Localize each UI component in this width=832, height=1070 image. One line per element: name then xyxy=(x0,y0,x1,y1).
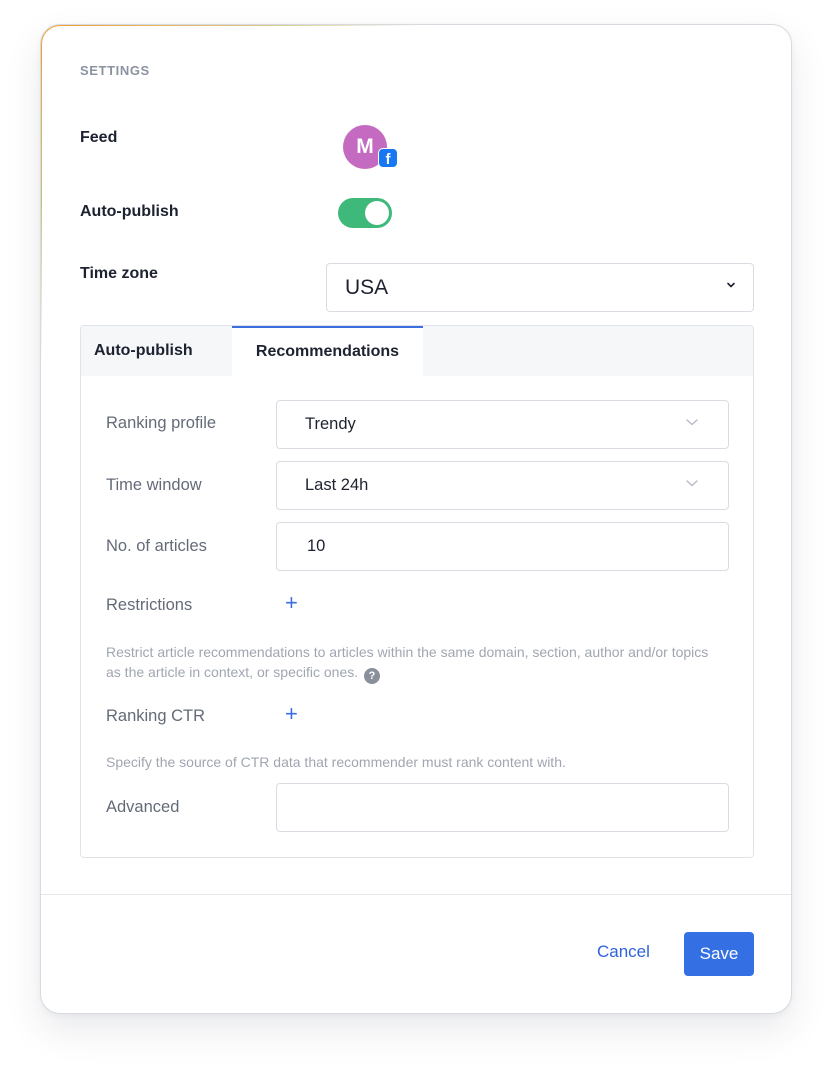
toggle-knob xyxy=(365,201,389,225)
section-title: SETTINGS xyxy=(80,63,150,78)
restrictions-label: Restrictions xyxy=(106,596,193,614)
tab-recommendations[interactable]: Recommendations xyxy=(232,326,423,376)
chevron-down-icon xyxy=(684,414,700,434)
ranking-profile-value: Trendy xyxy=(305,415,356,433)
settings-tabs-panel: Auto-publish Recommendations Ranking pro… xyxy=(80,325,754,858)
advanced-label: Advanced xyxy=(106,798,180,816)
avatar-letter: M xyxy=(356,135,374,158)
cancel-button[interactable]: Cancel xyxy=(597,942,650,962)
ranking-profile-select[interactable]: Trendy xyxy=(276,400,729,449)
advanced-input[interactable] xyxy=(276,783,729,832)
chevron-down-icon xyxy=(684,475,700,495)
time-zone-select[interactable]: USA xyxy=(326,263,754,312)
footer-divider xyxy=(41,894,791,895)
articles-count-label: No. of articles xyxy=(106,537,207,555)
add-ranking-ctr-plus-icon[interactable]: + xyxy=(285,703,298,725)
add-restriction-plus-icon[interactable]: + xyxy=(285,592,298,614)
accent-border-top xyxy=(59,25,419,26)
time-window-value: Last 24h xyxy=(305,476,369,494)
time-window-select[interactable]: Last 24h xyxy=(276,461,729,510)
ranking-ctr-help: Specify the source of CTR data that reco… xyxy=(106,754,566,770)
ranking-ctr-label: Ranking CTR xyxy=(106,707,206,725)
articles-count-input[interactable]: 10 xyxy=(276,522,729,571)
tab-auto-publish[interactable]: Auto-publish xyxy=(94,326,193,376)
save-button[interactable]: Save xyxy=(684,932,754,976)
facebook-icon: f xyxy=(378,148,398,168)
accent-border-corner xyxy=(41,25,80,64)
restrictions-help: Restrict article recommendations to arti… xyxy=(106,644,709,680)
help-question-icon[interactable]: ? xyxy=(364,668,381,684)
time-zone-value: USA xyxy=(345,275,389,299)
auto-publish-toggle[interactable] xyxy=(338,198,392,228)
feed-label: Feed xyxy=(80,129,118,146)
accent-border-left xyxy=(41,43,42,363)
time-window-label: Time window xyxy=(106,476,202,494)
chevron-down-icon xyxy=(725,278,737,294)
time-zone-label: Time zone xyxy=(80,265,158,282)
auto-publish-label: Auto-publish xyxy=(80,203,179,220)
facebook-icon-letter: f xyxy=(385,151,391,168)
restrictions-help-text: Restrict article recommendations to arti… xyxy=(106,642,726,684)
articles-count-value: 10 xyxy=(307,537,326,555)
settings-card: SETTINGS Feed M f Auto-publish Time zone… xyxy=(40,24,792,1014)
ranking-profile-label: Ranking profile xyxy=(106,414,217,432)
